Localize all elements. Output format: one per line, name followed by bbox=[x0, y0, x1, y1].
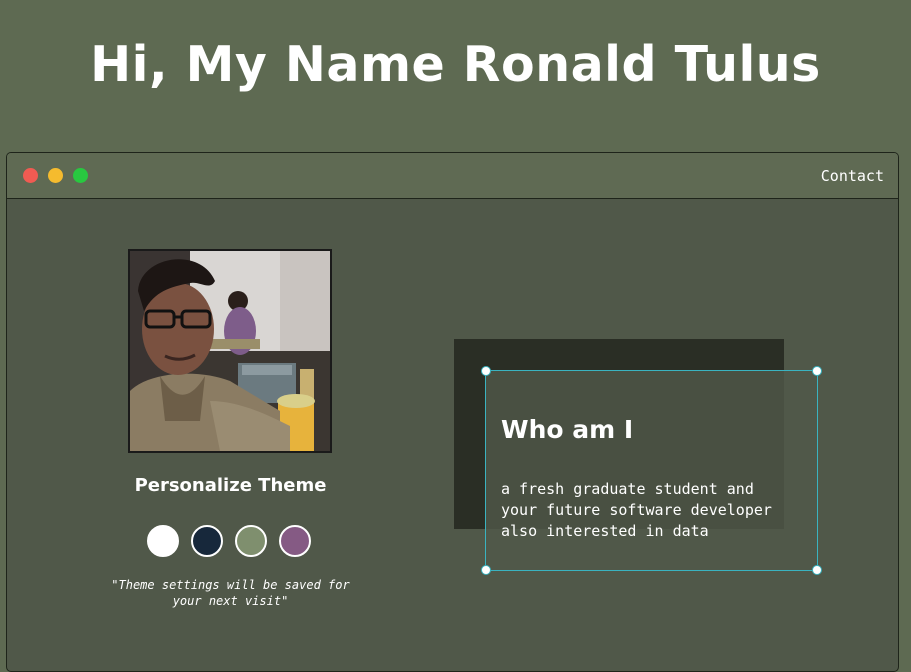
resize-handle-top-right[interactable] bbox=[812, 366, 822, 376]
theme-swatch-dark-blue[interactable] bbox=[191, 525, 223, 557]
resize-handle-top-left[interactable] bbox=[481, 366, 491, 376]
about-line: a fresh graduate student and bbox=[501, 480, 754, 498]
theme-note: "Theme settings will be saved for your n… bbox=[67, 577, 394, 609]
theme-swatch-green[interactable] bbox=[235, 525, 267, 557]
about-card[interactable]: Who am I a fresh graduate student and yo… bbox=[481, 366, 822, 575]
theme-note-line: "Theme settings will be saved for bbox=[111, 578, 350, 592]
minimize-window-button[interactable] bbox=[48, 168, 63, 183]
contact-link[interactable]: Contact bbox=[821, 167, 884, 185]
theme-swatch-light[interactable] bbox=[147, 525, 179, 557]
profile-photo bbox=[128, 249, 332, 453]
theme-note-line: your next visit" bbox=[172, 594, 289, 608]
about-description: a fresh graduate student and your future… bbox=[501, 479, 811, 542]
about-line: also interested in data bbox=[501, 522, 709, 540]
window-titlebar: Contact bbox=[7, 153, 898, 199]
resize-handle-bottom-right[interactable] bbox=[812, 565, 822, 575]
profile-photo-image bbox=[130, 251, 330, 451]
close-window-button[interactable] bbox=[23, 168, 38, 183]
theme-swatch-purple[interactable] bbox=[279, 525, 311, 557]
maximize-window-button[interactable] bbox=[73, 168, 88, 183]
about-title: Who am I bbox=[501, 415, 634, 444]
personalize-theme-title: Personalize Theme bbox=[134, 475, 327, 496]
page-title: Hi, My Name Ronald Tulus bbox=[90, 36, 821, 93]
browser-window: Contact Personalize Theme "Theme setting… bbox=[6, 152, 899, 672]
about-line: your future software developer bbox=[501, 501, 772, 519]
resize-handle-bottom-left[interactable] bbox=[481, 565, 491, 575]
